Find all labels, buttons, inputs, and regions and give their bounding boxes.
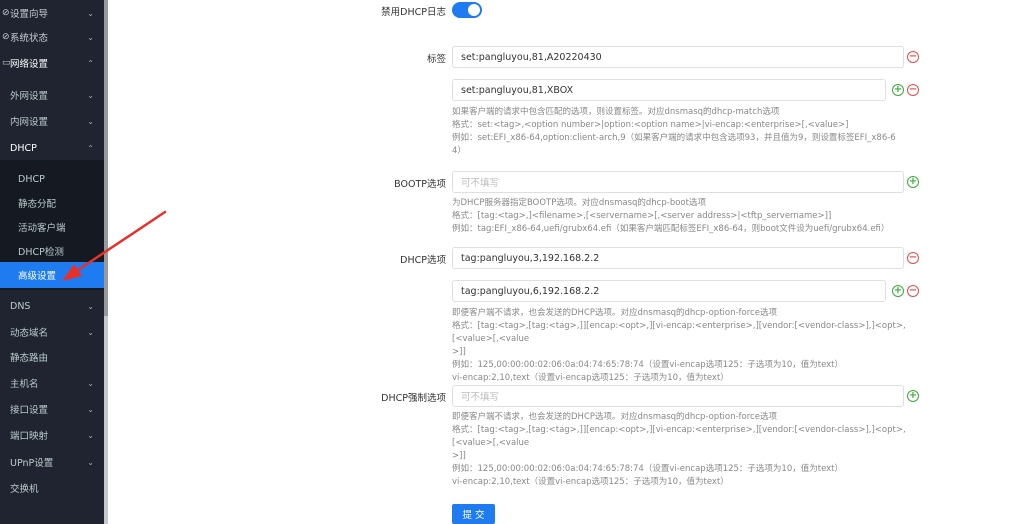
annotation-arrow-icon	[62, 210, 167, 281]
